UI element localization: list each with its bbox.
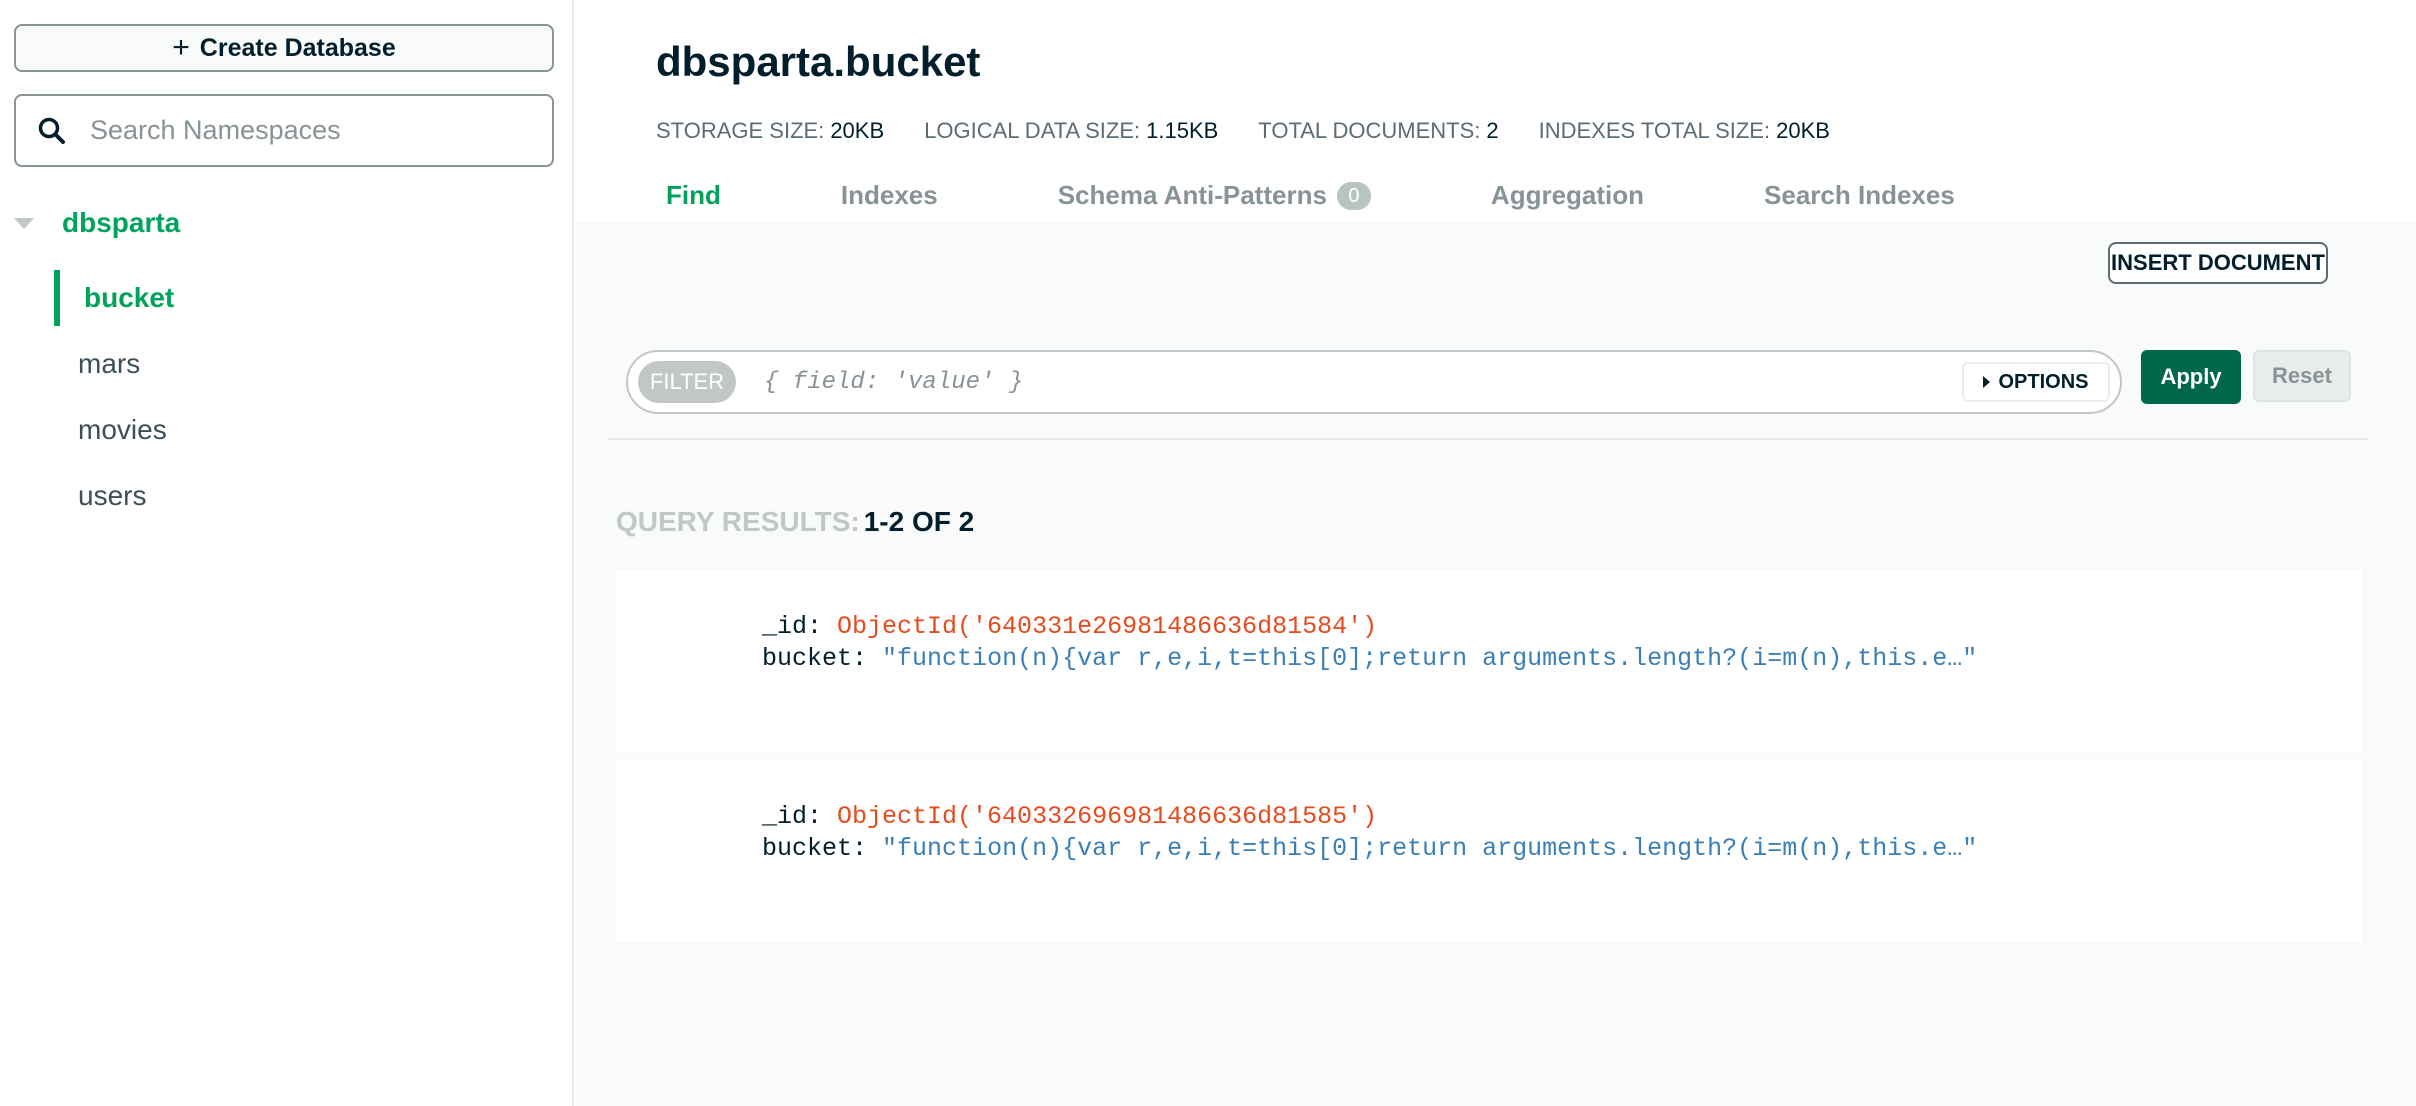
total-documents-stat: TOTAL DOCUMENTS: 2 [1258, 118, 1499, 143]
tab-indexes[interactable]: Indexes [831, 176, 948, 215]
collection-item-users[interactable]: users [54, 468, 574, 524]
page-title: dbsparta.bucket [656, 38, 981, 85]
tab-aggregation[interactable]: Aggregation [1481, 176, 1654, 215]
filter-label: FILTER [638, 361, 736, 403]
document-card[interactable]: _id: ObjectId('640332696981486636d81585'… [616, 760, 2362, 942]
caret-down-icon[interactable] [14, 218, 34, 229]
search-namespaces-input[interactable] [90, 115, 530, 146]
collection-label: bucket [84, 282, 175, 313]
tab-search-indexes[interactable]: Search Indexes [1754, 176, 1965, 215]
search-icon [38, 117, 65, 144]
count-badge: 0 [1336, 181, 1371, 210]
collection-stats: STORAGE SIZE: 20KB LOGICAL DATA SIZE: 1.15… [656, 118, 1830, 144]
collection-label: mars [78, 348, 141, 379]
query-results-label: QUERY RESULTS: 1-2 OF 2 [616, 506, 975, 537]
database-name: dbsparta [62, 207, 181, 238]
options-button[interactable]: OPTIONS [1962, 362, 2110, 402]
tab-find[interactable]: Find [656, 176, 731, 215]
document-field-bucket: bucket: "function(n){var r,e,i,t=this[0]… [762, 644, 1978, 673]
document-field-id: _id: ObjectId('640332696981486636d81585'… [762, 802, 1378, 831]
search-namespaces-box[interactable] [14, 94, 554, 167]
collection-header: dbsparta.bucket STORAGE SIZE: 20KB LOGICA… [576, 0, 2416, 222]
filter-bar: FILTER OPTIONS [626, 350, 2122, 414]
logical-size-stat: LOGICAL DATA SIZE: 1.15KB [924, 118, 1219, 143]
document-card[interactable]: _id: ObjectId('640331e26981486636d81584'… [616, 570, 2362, 752]
results-count: 1-2 OF 2 [863, 506, 975, 537]
plus-icon: + [172, 31, 190, 64]
create-database-button[interactable]: + Create Database [14, 24, 554, 72]
collection-label: users [78, 480, 147, 511]
divider [608, 438, 2368, 440]
collection-label: movies [78, 414, 167, 445]
tab-schema-anti-patterns[interactable]: Schema Anti-Patterns 0 [1048, 176, 1381, 215]
storage-size-stat: STORAGE SIZE: 20KB [656, 118, 885, 143]
create-database-label: Create Database [199, 33, 396, 62]
caret-right-icon [1983, 376, 1991, 388]
apply-button[interactable]: Apply [2141, 350, 2241, 404]
reset-button[interactable]: Reset [2253, 350, 2351, 402]
main-panel: dbsparta.bucket STORAGE SIZE: 20KB LOGICA… [576, 0, 2416, 1106]
documents-view: INSERT DOCUMENT FILTER OPTIONS Apply Res… [576, 222, 2416, 1106]
filter-input[interactable] [764, 368, 1904, 396]
collection-tabs: Find Indexes Schema Anti-Patterns 0 Aggre… [656, 176, 2065, 215]
collection-item-bucket[interactable]: bucket [54, 270, 574, 326]
indexes-size-stat: INDEXES TOTAL SIZE: 20KB [1538, 118, 1830, 143]
document-field-bucket: bucket: "function(n){var r,e,i,t=this[0]… [762, 834, 1978, 863]
sidebar: + Create Database dbsparta bucket mars m… [0, 0, 574, 1106]
insert-document-button[interactable]: INSERT DOCUMENT [2108, 242, 2328, 284]
document-field-id: _id: ObjectId('640331e26981486636d81584'… [762, 612, 1378, 641]
database-item-dbsparta[interactable]: dbsparta [0, 200, 574, 246]
collection-item-mars[interactable]: mars [54, 336, 574, 392]
collection-item-movies[interactable]: movies [54, 402, 574, 458]
